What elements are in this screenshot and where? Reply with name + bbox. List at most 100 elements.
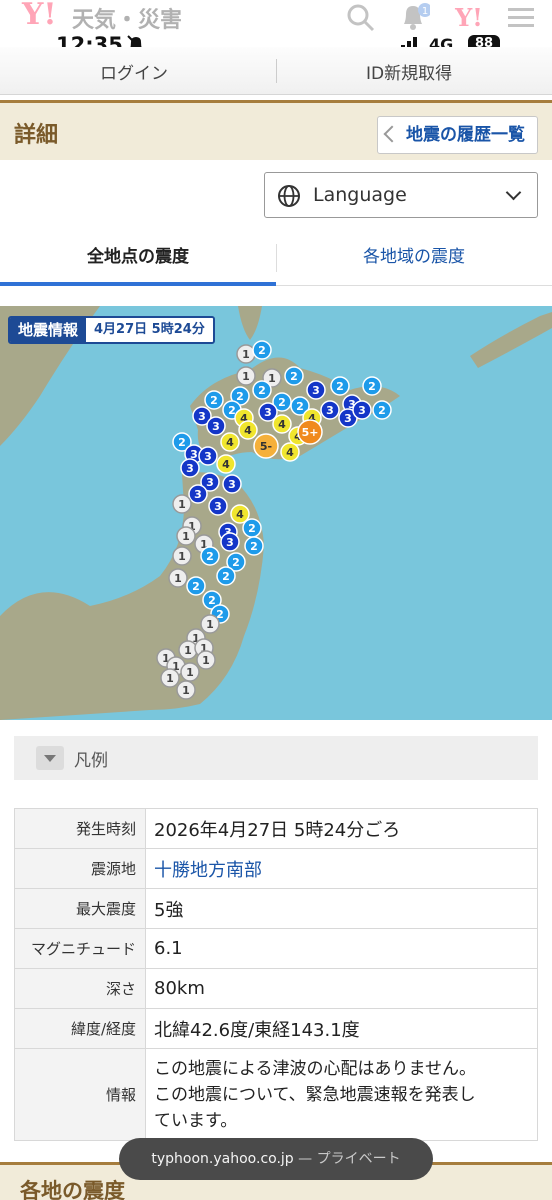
svg-text:3: 3 bbox=[186, 462, 194, 475]
svg-text:2: 2 bbox=[258, 344, 266, 357]
intensity-marker: 1 bbox=[176, 526, 196, 546]
svg-text:2: 2 bbox=[336, 380, 344, 393]
svg-text:1: 1 bbox=[178, 498, 186, 511]
intensity-marker: 4 bbox=[216, 454, 236, 474]
svg-text:1: 1 bbox=[178, 550, 186, 563]
svg-text:1: 1 bbox=[174, 572, 182, 585]
yahoo-logo[interactable]: Y! bbox=[22, 0, 57, 30]
chevron-down-icon bbox=[505, 184, 522, 201]
yahoo-header: Y! 天気・災害 1 Y! 12:35 4G 88 bbox=[0, 0, 552, 57]
svg-text:2: 2 bbox=[208, 594, 216, 607]
notification-count: 1 bbox=[422, 6, 428, 17]
section-title: 各地の震度 bbox=[20, 1179, 125, 1200]
svg-text:3: 3 bbox=[204, 450, 212, 463]
svg-text:2: 2 bbox=[228, 404, 236, 417]
register-link[interactable]: ID新規取得 bbox=[366, 59, 452, 84]
intensity-marker: 3 bbox=[198, 446, 218, 466]
intensity-marker: 2 bbox=[186, 576, 206, 596]
intensity-marker: 4 bbox=[238, 420, 258, 440]
earthquake-map[interactable]: 1 2 1 1 2 2 2 2 3 2 2 2 3 2 2 3 3 2 3 4 3 4 3 3 4 4 4 4 5+ 5- 4 2 3 3 4 3 3 3… bbox=[0, 306, 552, 720]
intensity-marker: 2 bbox=[244, 536, 264, 556]
site-title[interactable]: 天気・災害 bbox=[72, 2, 182, 34]
row-key-depth: 深さ bbox=[14, 968, 146, 1009]
row-key-time: 発生時刻 bbox=[14, 808, 146, 849]
bell-icon[interactable]: 1 bbox=[396, 2, 430, 32]
intensity-marker: 2 bbox=[200, 546, 220, 566]
intensity-marker: 2 bbox=[204, 390, 224, 410]
divider bbox=[276, 59, 277, 83]
yahoo-account-icon[interactable]: Y! bbox=[452, 2, 486, 32]
globe-icon bbox=[278, 185, 300, 207]
intensity-marker: 1 bbox=[172, 494, 192, 514]
browser-url-pill[interactable]: typhoon.yahoo.co.jp — プライベート bbox=[119, 1138, 433, 1180]
info-line: ています。 bbox=[154, 1110, 238, 1131]
svg-text:3: 3 bbox=[214, 500, 222, 513]
intensity-marker: 4 bbox=[220, 432, 240, 452]
table-row: 緯度/経度 北緯42.6度/東経143.1度 bbox=[14, 1008, 538, 1049]
row-key-max-intensity: 最大震度 bbox=[14, 888, 146, 929]
svg-text:2: 2 bbox=[278, 396, 286, 409]
svg-text:1: 1 bbox=[186, 666, 194, 679]
tab-all-points[interactable]: 全地点の震度 bbox=[0, 240, 276, 286]
login-link[interactable]: ログイン bbox=[100, 59, 168, 84]
info-line: この地震について、緊急地震速報を発表し bbox=[154, 1084, 476, 1105]
svg-text:3: 3 bbox=[264, 406, 272, 419]
svg-text:1: 1 bbox=[166, 672, 174, 685]
intensity-marker: 1 bbox=[196, 650, 216, 670]
legend-toggle[interactable]: 凡例 bbox=[14, 736, 538, 780]
svg-text:3: 3 bbox=[212, 420, 220, 433]
epicenter-link[interactable]: 十勝地方南部 bbox=[145, 848, 538, 889]
row-value-max-intensity: 5強 bbox=[145, 888, 538, 929]
svg-text:2: 2 bbox=[178, 436, 186, 449]
history-button-label: 地震の履歴一覧 bbox=[406, 125, 525, 145]
svg-text:1: 1 bbox=[242, 348, 250, 361]
url-domain: typhoon.yahoo.co.jp bbox=[151, 1151, 294, 1167]
intensity-marker: 1 bbox=[168, 568, 188, 588]
menu-icon[interactable] bbox=[504, 2, 538, 32]
intensity-marker: 2 bbox=[284, 366, 304, 386]
browsing-mode: — プライベート bbox=[298, 1151, 401, 1167]
row-key-latlon: 緯度/経度 bbox=[14, 1008, 146, 1049]
table-row: 深さ 80km bbox=[14, 968, 538, 1009]
expand-triangle-icon bbox=[36, 746, 64, 770]
svg-text:1: 1 bbox=[268, 372, 276, 385]
svg-text:1: 1 bbox=[206, 618, 214, 631]
tab-regions[interactable]: 各地域の震度 bbox=[276, 240, 552, 286]
svg-text:2: 2 bbox=[210, 394, 218, 407]
intensity-marker: 2 bbox=[372, 400, 392, 420]
row-value-depth: 80km bbox=[145, 968, 538, 1009]
intensity-marker: 3 bbox=[188, 484, 208, 504]
row-key-epicenter: 震源地 bbox=[14, 848, 146, 889]
intensity-marker: 2 bbox=[216, 566, 236, 586]
table-row: 震源地 十勝地方南部 bbox=[14, 848, 538, 889]
table-row: 最大震度 5強 bbox=[14, 888, 538, 929]
row-value-information: この地震による津波の心配はありません。 この地震について、緊急地震速報を発表し … bbox=[145, 1048, 538, 1141]
intensity-marker: 3 bbox=[180, 458, 200, 478]
svg-text:1: 1 bbox=[202, 654, 210, 667]
detail-section-header: 詳細 地震の履歴一覧 bbox=[0, 100, 552, 160]
table-row: 情報 この地震による津波の心配はありません。 この地震について、緊急地震速報を発… bbox=[14, 1048, 538, 1141]
row-value-magnitude: 6.1 bbox=[145, 928, 538, 969]
svg-text:3: 3 bbox=[228, 478, 236, 491]
svg-text:2: 2 bbox=[192, 580, 200, 593]
intensity-marker: 1 bbox=[160, 668, 180, 688]
intensity-marker: 1 bbox=[236, 366, 256, 386]
svg-text:Y!: Y! bbox=[454, 3, 483, 32]
table-row: 発生時刻 2026年4月27日 5時24分ごろ bbox=[14, 808, 538, 849]
earthquake-badge: 地震情報 4月27日 5時24分 bbox=[8, 316, 215, 344]
search-icon[interactable] bbox=[344, 2, 378, 32]
svg-text:2: 2 bbox=[250, 540, 258, 553]
svg-text:5-: 5- bbox=[260, 440, 272, 453]
svg-text:4: 4 bbox=[286, 446, 294, 459]
svg-text:2: 2 bbox=[206, 550, 214, 563]
language-select[interactable]: Language bbox=[264, 172, 538, 218]
intensity-marker: 3 bbox=[220, 532, 240, 552]
intensity-marker: 2 bbox=[252, 380, 272, 400]
intensity-marker: 1 bbox=[200, 614, 220, 634]
row-value-latlon: 北緯42.6度/東経143.1度 bbox=[145, 1008, 538, 1049]
row-key-magnitude: マグニチュード bbox=[14, 928, 146, 969]
svg-text:2: 2 bbox=[290, 370, 298, 383]
history-list-button[interactable]: 地震の履歴一覧 bbox=[377, 116, 538, 154]
svg-text:2: 2 bbox=[378, 404, 386, 417]
svg-text:1: 1 bbox=[184, 644, 192, 657]
